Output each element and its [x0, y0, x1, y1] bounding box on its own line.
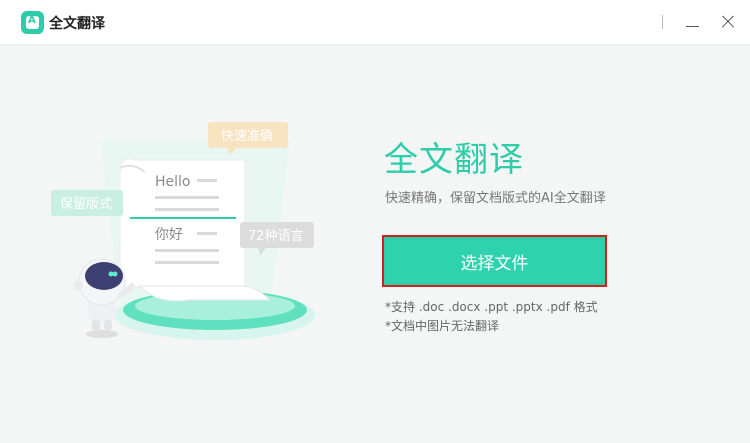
- page-subtitle: 快速精确，保留文档版式的AI全文翻译: [385, 191, 606, 206]
- translation-illustration: Hello 你好 快速准确 保留版式 72种语言: [51, 122, 315, 340]
- supported-formats-note: *支持 .doc .docx .ppt .pptx .pdf 格式: [385, 300, 598, 314]
- hello-word: Hello: [155, 174, 191, 190]
- minimize-icon[interactable]: [680, 10, 704, 34]
- window-title: 全文翻译: [49, 16, 105, 32]
- close-icon[interactable]: [716, 10, 740, 34]
- bubble-left-text: 保留版式: [60, 197, 112, 212]
- select-file-button-label: 选择文件: [387, 240, 602, 282]
- titlebar-divider: [662, 15, 663, 29]
- image-limitation-note: *文档中图片无法翻译: [385, 319, 500, 333]
- nihao-word: 你好: [155, 227, 183, 243]
- bubble-top-text: 快速准确: [221, 129, 273, 144]
- title-bar: 全文翻译: [0, 0, 750, 45]
- select-file-button[interactable]: 选择文件: [382, 235, 607, 287]
- bubble-right-text: 72种语言: [248, 229, 304, 244]
- app-logo-icon: [21, 11, 44, 34]
- page-heading: 全文翻译: [384, 140, 524, 180]
